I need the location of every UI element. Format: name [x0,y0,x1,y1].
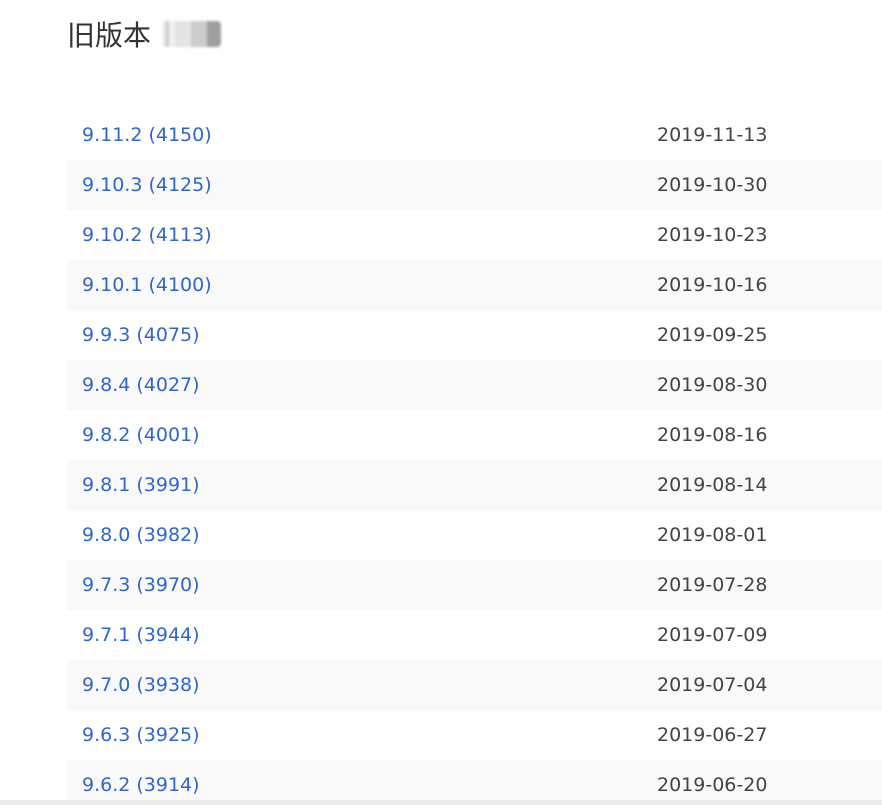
version-link[interactable]: 9.10.1 (4100) [82,274,212,296]
release-date: 2019-07-09 [657,624,768,646]
version-row: 9.8.2 (4001) 2019-08-16 [67,410,882,460]
release-date: 2019-07-04 [657,674,768,696]
version-row: 9.10.2 (4113) 2019-10-23 [67,210,882,260]
release-date: 2019-07-28 [657,574,768,596]
release-date: 2019-08-16 [657,424,768,446]
release-date: 2019-09-25 [657,324,768,346]
release-date: 2019-08-01 [657,524,768,546]
version-link[interactable]: 9.7.1 (3944) [82,624,200,646]
version-row: 9.7.3 (3970) 2019-07-28 [67,560,882,610]
version-link[interactable]: 9.8.1 (3991) [82,474,200,496]
version-row: 9.8.1 (3991) 2019-08-14 [67,460,882,510]
version-list: 9.11.2 (4150) 2019-11-13 9.10.3 (4125) 2… [67,110,882,805]
version-row: 9.6.2 (3914) 2019-06-20 [67,760,882,805]
release-date: 2019-06-27 [657,724,768,746]
version-row: 9.7.1 (3944) 2019-07-09 [67,610,882,660]
version-link[interactable]: 9.6.2 (3914) [82,774,200,796]
version-link[interactable]: 9.10.2 (4113) [82,224,212,246]
release-date: 2019-10-30 [657,174,768,196]
version-link[interactable]: 9.7.3 (3970) [82,574,200,596]
release-date: 2019-08-14 [657,474,768,496]
release-date: 2019-11-13 [657,124,768,146]
version-row: 9.8.0 (3982) 2019-08-01 [67,510,882,560]
version-link[interactable]: 9.8.4 (4027) [82,374,200,396]
version-row: 9.6.3 (3925) 2019-06-27 [67,710,882,760]
version-link[interactable]: 9.6.3 (3925) [82,724,200,746]
version-link[interactable]: 9.10.3 (4125) [82,174,212,196]
page-heading: 旧版本 [67,12,222,56]
version-link[interactable]: 9.8.2 (4001) [82,424,200,446]
page: 旧版本 9.11.2 (4150) 2019-11-13 9.10.3 (412… [0,0,882,805]
release-date: 2019-10-16 [657,274,768,296]
release-date: 2019-06-20 [657,774,768,796]
horizontal-scrollbar[interactable] [0,800,882,805]
version-row: 9.9.3 (4075) 2019-09-25 [67,310,882,360]
version-row: 9.7.0 (3938) 2019-07-04 [67,660,882,710]
release-date: 2019-10-23 [657,224,768,246]
redacted-name [161,21,222,47]
version-row: 9.10.1 (4100) 2019-10-16 [67,260,882,310]
version-link[interactable]: 9.7.0 (3938) [82,674,200,696]
version-link[interactable]: 9.11.2 (4150) [82,124,212,146]
page-title: 旧版本 [67,19,152,52]
version-link[interactable]: 9.8.0 (3982) [82,524,200,546]
release-date: 2019-08-30 [657,374,768,396]
version-row: 9.11.2 (4150) 2019-11-13 [67,110,882,160]
version-link[interactable]: 9.9.3 (4075) [82,324,200,346]
version-row: 9.10.3 (4125) 2019-10-30 [67,160,882,210]
version-row: 9.8.4 (4027) 2019-08-30 [67,360,882,410]
